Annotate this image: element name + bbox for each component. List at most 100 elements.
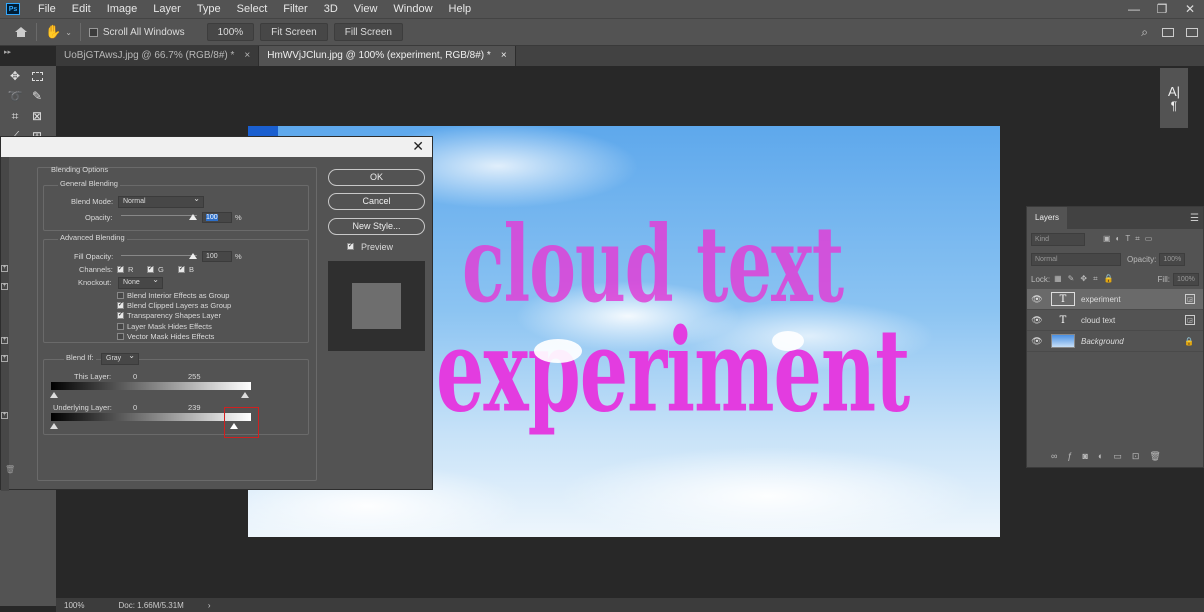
channel-g-checkbox[interactable]: ✓ xyxy=(147,266,154,273)
this-layer-gradient[interactable] xyxy=(51,382,251,390)
eye-icon[interactable]: 👁 xyxy=(1027,315,1047,326)
underlying-layer-gradient[interactable] xyxy=(51,413,251,421)
link-icon[interactable]: ∞ xyxy=(1051,451,1067,461)
this-layer-white-thumb[interactable] xyxy=(241,392,249,398)
fx-badge-icon[interactable]: ◲ xyxy=(1185,315,1195,325)
underlying-black-thumb[interactable] xyxy=(50,423,58,429)
fx-badge-icon[interactable]: ◲ xyxy=(1185,294,1195,304)
percent-label: % xyxy=(235,252,242,261)
lasso-tool-icon[interactable]: ➰ xyxy=(4,86,26,106)
add-style-icon[interactable]: + xyxy=(1,265,8,272)
fill-opacity-input[interactable]: 100 xyxy=(202,251,232,262)
menu-help[interactable]: Help xyxy=(441,0,480,18)
fill-opacity-slider-thumb[interactable] xyxy=(189,253,197,259)
layer-opacity-field[interactable]: 100% xyxy=(1159,252,1186,266)
tab-uobjgtawsj[interactable]: UoBjGTAwsJ.jpg @ 66.7% (RGB/8#) * × xyxy=(56,46,260,66)
collapse-toolbar-icon[interactable]: ▸▸ xyxy=(4,48,11,56)
dialog-titlebar[interactable]: ✕ xyxy=(1,137,432,157)
delete-icon[interactable]: 🗑 xyxy=(1149,451,1170,461)
knockout-select[interactable]: None xyxy=(118,275,163,289)
cancel-button[interactable]: Cancel xyxy=(328,193,425,210)
this-layer-black-thumb[interactable] xyxy=(50,392,58,398)
menu-file[interactable]: File xyxy=(30,0,64,18)
fit-screen-button[interactable]: Fit Screen xyxy=(260,23,328,41)
share-icon[interactable] xyxy=(1186,27,1198,37)
opacity-slider[interactable] xyxy=(121,215,197,216)
opacity-slider-thumb[interactable] xyxy=(189,214,197,220)
menu-layer[interactable]: Layer xyxy=(145,0,189,18)
eye-icon[interactable]: 👁 xyxy=(1027,294,1047,305)
vector-mask-hides-checkbox[interactable] xyxy=(117,333,124,340)
close-tab-icon[interactable]: × xyxy=(244,50,250,61)
new-style-button[interactable]: New Style... xyxy=(328,218,425,235)
close-icon[interactable]: ✕ xyxy=(412,138,424,155)
menu-window[interactable]: Window xyxy=(385,0,440,18)
hand-tool-icon[interactable]: ✋ xyxy=(45,24,61,40)
close-icon[interactable]: ✕ xyxy=(1176,2,1204,16)
frame-tool-icon[interactable]: ⊠ xyxy=(26,106,48,126)
folder-icon[interactable]: ▭ xyxy=(1113,451,1132,461)
layer-fill-field[interactable]: 100% xyxy=(1173,272,1199,286)
lock-icons[interactable]: ▦✎✥⌗🔒 xyxy=(1054,274,1119,284)
preview-checkbox[interactable]: ✓ xyxy=(347,243,354,250)
move-tool-icon[interactable]: ✥ xyxy=(4,66,26,86)
layer-row-experiment[interactable]: 👁 T experiment ◲ xyxy=(1027,289,1203,310)
layer-row-background[interactable]: 👁 Background 🔒 xyxy=(1027,331,1203,352)
home-icon[interactable] xyxy=(14,26,28,38)
layer-blend-mode[interactable]: Normal xyxy=(1031,252,1121,266)
blend-if-select[interactable]: Gray xyxy=(101,351,139,365)
quick-select-tool-icon[interactable]: ✎ xyxy=(26,86,48,106)
channel-b-checkbox[interactable]: ✓ xyxy=(178,266,185,273)
menu-select[interactable]: Select xyxy=(229,0,276,18)
menu-3d[interactable]: 3D xyxy=(316,0,346,18)
trash-icon[interactable]: 🗑 xyxy=(5,465,15,474)
tab-hmwvjjclun[interactable]: HmWVjJClun.jpg @ 100% (experiment, RGB/8… xyxy=(259,46,516,66)
add-style-icon[interactable]: + xyxy=(1,355,8,362)
add-style-icon[interactable]: + xyxy=(1,283,8,290)
fill-opacity-slider[interactable] xyxy=(121,255,197,256)
filter-icons[interactable]: ▣◐T⌗▭ xyxy=(1103,234,1157,244)
menu-view[interactable]: View xyxy=(346,0,386,18)
zoom-value-button[interactable]: 100% xyxy=(206,23,255,41)
fx-icon[interactable]: ƒ xyxy=(1067,451,1082,461)
workspace-icon[interactable] xyxy=(1162,27,1174,37)
chevron-down-icon[interactable]: ⌄ xyxy=(65,28,72,37)
paragraph-icon[interactable]: ¶ xyxy=(1160,99,1188,113)
panel-menu-icon[interactable]: ☰ xyxy=(1190,213,1199,224)
channel-r-checkbox[interactable]: ✓ xyxy=(117,266,124,273)
menu-edit[interactable]: Edit xyxy=(64,0,99,18)
blend-interior-checkbox[interactable] xyxy=(117,292,124,299)
blend-mode-select[interactable]: Normal xyxy=(118,194,204,208)
layer-row-cloud-text[interactable]: 👁 T cloud text ◲ xyxy=(1027,310,1203,331)
menu-type[interactable]: Type xyxy=(189,0,229,18)
cloud-knockout-patch xyxy=(772,331,804,351)
adjustment-icon[interactable]: ◐ xyxy=(1098,451,1113,461)
search-icon[interactable]: ⌕ xyxy=(1141,25,1148,40)
photoshop-logo-icon[interactable]: Ps xyxy=(6,3,20,15)
tab-label: HmWVjJClun.jpg @ 100% (experiment, RGB/8… xyxy=(267,50,491,61)
crop-tool-icon[interactable]: ⌗ xyxy=(4,106,26,126)
close-tab-icon[interactable]: × xyxy=(501,50,507,61)
scroll-all-checkbox[interactable] xyxy=(88,27,98,37)
ok-button[interactable]: OK xyxy=(328,169,425,186)
layer-mask-hides-checkbox[interactable] xyxy=(117,323,124,330)
mask-icon[interactable]: ◙ xyxy=(1082,451,1097,461)
tab-layers[interactable]: Layers xyxy=(1027,207,1068,229)
layer-filter-kind[interactable]: Kind xyxy=(1031,232,1085,246)
opacity-input[interactable]: 100 xyxy=(202,212,232,223)
menu-image[interactable]: Image xyxy=(99,0,146,18)
character-icon[interactable]: A| xyxy=(1160,84,1188,99)
minimize-icon[interactable]: — xyxy=(1120,2,1148,16)
restore-icon[interactable]: ❐ xyxy=(1148,2,1176,16)
transparency-shapes-checkbox[interactable]: ✓ xyxy=(117,312,124,319)
status-chevron-icon[interactable]: › xyxy=(208,601,211,610)
status-zoom[interactable]: 100% xyxy=(64,601,84,610)
add-style-icon[interactable]: + xyxy=(1,412,8,419)
marquee-tool-icon[interactable] xyxy=(26,66,48,86)
blend-clipped-checkbox[interactable]: ✓ xyxy=(117,302,124,309)
fill-screen-button[interactable]: Fill Screen xyxy=(333,23,403,41)
new-layer-icon[interactable]: ⊡ xyxy=(1132,451,1150,461)
add-style-icon[interactable]: + xyxy=(1,337,8,344)
eye-icon[interactable]: 👁 xyxy=(1027,336,1047,347)
menu-filter[interactable]: Filter xyxy=(275,0,315,18)
